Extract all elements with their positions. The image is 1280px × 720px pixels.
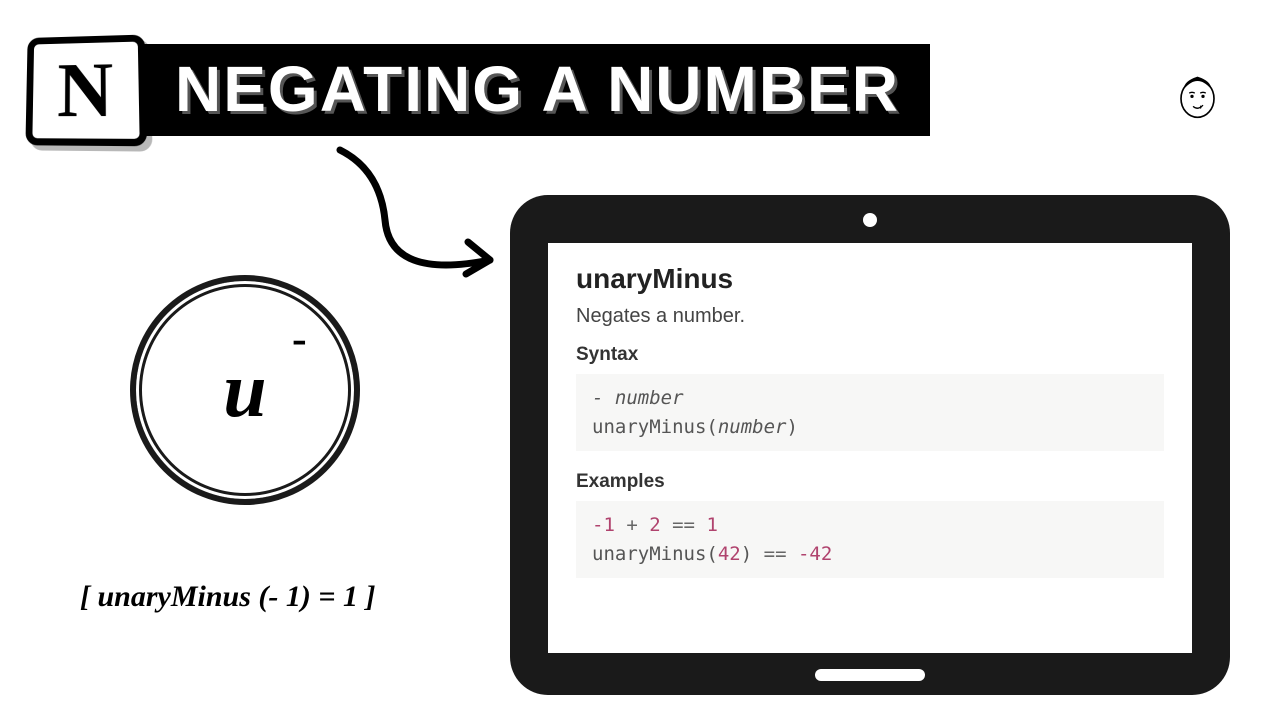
doc-screen: unaryMinus Negates a number. Syntax - nu… bbox=[548, 243, 1192, 653]
ex2-eq: == bbox=[752, 543, 798, 565]
ex2-res: -42 bbox=[798, 543, 832, 565]
badge-u: u bbox=[223, 346, 266, 433]
syntax-close: ) bbox=[786, 416, 797, 438]
formula-caption: [ unaryMinus (- 1) = 1 ] bbox=[80, 580, 375, 614]
notion-logo-icon: N bbox=[25, 35, 147, 147]
tablet-frame: unaryMinus Negates a number. Syntax - nu… bbox=[510, 195, 1230, 695]
operator-badge: u - bbox=[130, 275, 360, 505]
syntax-block: - number unaryMinus(number) bbox=[576, 374, 1164, 451]
badge-letter: u - bbox=[223, 345, 266, 435]
syntax-dash: - bbox=[592, 387, 615, 409]
ex1-eq: == bbox=[661, 514, 707, 536]
ex1-b: 2 bbox=[649, 514, 660, 536]
page-title: NEGATING A NUMBER bbox=[115, 44, 930, 136]
logo-letter: N bbox=[57, 45, 114, 135]
arrow-icon bbox=[290, 140, 530, 310]
examples-heading: Examples bbox=[576, 471, 1164, 493]
ex1-plus: + bbox=[615, 514, 649, 536]
ex2-close: ) bbox=[741, 543, 752, 565]
examples-block: -1 + 2 == 1 unaryMinus(42) == -42 bbox=[576, 501, 1164, 578]
face-icon bbox=[1170, 70, 1225, 125]
ex2-fn: unaryMinus( bbox=[592, 543, 718, 565]
ex2-arg: 42 bbox=[718, 543, 741, 565]
avatar-icon bbox=[1170, 70, 1225, 125]
syntax-arg1: number bbox=[615, 387, 684, 409]
doc-title: unaryMinus bbox=[576, 263, 1164, 295]
badge-minus: - bbox=[292, 313, 307, 364]
ex1-a: -1 bbox=[592, 514, 615, 536]
doc-description: Negates a number. bbox=[576, 305, 1164, 328]
ex1-c: 1 bbox=[706, 514, 717, 536]
header: N NEGATING A NUMBER bbox=[25, 35, 930, 145]
syntax-arg2: number bbox=[718, 416, 787, 438]
syntax-fn: unaryMinus( bbox=[592, 416, 718, 438]
syntax-heading: Syntax bbox=[576, 344, 1164, 366]
